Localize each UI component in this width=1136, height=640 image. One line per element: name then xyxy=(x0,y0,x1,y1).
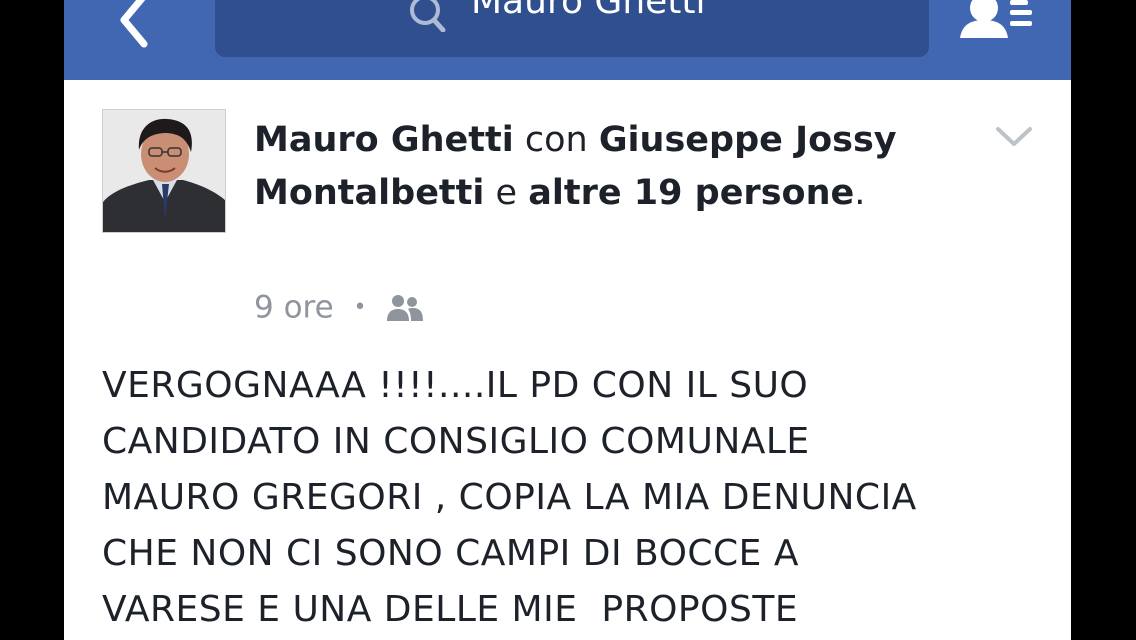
post-text-line: CHE NON CI SONO CAMPI DI BOCCE A xyxy=(102,533,799,574)
screen: Mauro Ghetti Mauro Ghetti con Giuseppe J… xyxy=(64,0,1071,640)
meta-separator: • xyxy=(353,294,367,320)
post-menu-button[interactable] xyxy=(994,124,1034,150)
author-avatar[interactable] xyxy=(102,109,226,233)
post-text-line: VARESE E UNA DELLE MIE PROPOSTE xyxy=(102,589,799,630)
post-text-line: CANDIDATO IN CONSIGLIO COMUNALE xyxy=(102,421,810,462)
navigation-bar: Mauro Ghetti xyxy=(64,0,1071,80)
and-word: e xyxy=(495,173,518,213)
post-card: Mauro Ghetti con Giuseppe Jossy Montalbe… xyxy=(64,80,1071,640)
search-bar[interactable]: Mauro Ghetti xyxy=(215,0,929,57)
back-chevron-icon xyxy=(120,0,148,48)
other-people-link[interactable]: altre 19 persone xyxy=(528,173,854,213)
back-button[interactable] xyxy=(104,0,164,48)
search-input-text: Mauro Ghetti xyxy=(471,0,706,22)
author-photo xyxy=(103,110,225,232)
friend-requests-button[interactable] xyxy=(954,0,1044,46)
author-name[interactable]: Mauro Ghetti xyxy=(254,120,514,160)
friends-audience-icon[interactable] xyxy=(386,293,424,323)
post-text-line: MAURO GREGORI , COPIA LA MIA DENUNCIA xyxy=(102,477,917,518)
search-icon xyxy=(410,0,446,32)
header-period: . xyxy=(854,173,866,213)
post-text: VERGOGNAAA !!!!....IL PD CON IL SUO CAND… xyxy=(102,358,1062,638)
post-time[interactable]: 9 ore xyxy=(254,290,334,326)
friend-requests-icon xyxy=(960,0,1032,38)
post-header: Mauro Ghetti con Giuseppe Jossy Montalbe… xyxy=(254,114,974,220)
chevron-down-icon xyxy=(996,127,1032,146)
with-word: con xyxy=(524,120,588,160)
post-text-line: VERGOGNAAA !!!!....IL PD CON IL SUO xyxy=(102,365,809,406)
post-meta: 9 ore • xyxy=(254,284,424,328)
